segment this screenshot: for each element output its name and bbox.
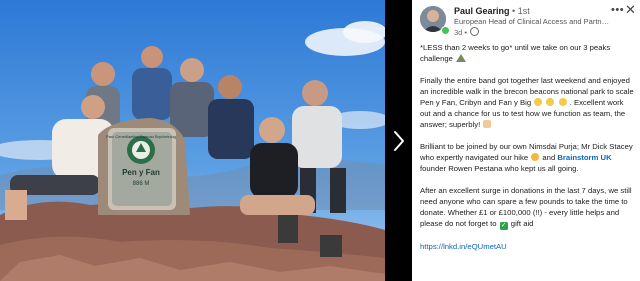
post-meta: 3d • [454, 27, 480, 37]
post-photo: Parc Cenedlaethol Bannau Brycheiniog Pen… [0, 0, 385, 281]
flexed-biceps-emoji-icon [483, 120, 492, 128]
post-time: 3d • [454, 28, 468, 37]
sign-summit-height: 886 M [133, 181, 150, 187]
post-paragraph: https://lnkd.in/eQUmetAU [420, 241, 634, 252]
mention-link[interactable]: Brainstorm UK [557, 153, 611, 162]
post-paragraph: *LESS than 2 weeks to go* until we take … [420, 42, 634, 64]
sign-summit-name: Pen y Fan [122, 168, 160, 177]
close-icon[interactable]: ✕ [625, 2, 636, 18]
mountain-emoji-icon [456, 54, 467, 62]
post-body: *LESS than 2 weeks to go* until we take … [420, 42, 634, 263]
author-name[interactable]: Paul Gearing [454, 6, 510, 16]
more-options-icon[interactable]: ••• [611, 4, 624, 16]
post-text: *LESS than 2 weeks to go* until we take … [420, 43, 611, 63]
post-paragraph: After an excellent surge in donations in… [420, 185, 634, 230]
next-image-button[interactable] [385, 0, 412, 281]
author-headline: European Head of Clinical Access and Par… [454, 17, 612, 26]
chevron-right-icon [393, 130, 405, 152]
connection-degree: • 1st [512, 6, 530, 16]
post-text: gift aid [510, 219, 534, 228]
sun-emoji-icon [558, 98, 567, 106]
summit-cairn [98, 118, 190, 215]
sign-park-name: Parc Cenedlaethol Bannau Brycheiniog [106, 134, 176, 139]
sun-emoji-icon [534, 98, 543, 106]
check-mark-emoji-icon: ✓ [499, 222, 508, 230]
post-header: Paul Gearing • 1st European Head of Clin… [412, 0, 640, 40]
sun-emoji-icon [546, 98, 555, 106]
author-line: Paul Gearing • 1st [454, 6, 530, 16]
post-url-link[interactable]: https://lnkd.in/eQUmetAU [420, 242, 507, 251]
winking-face-emoji-icon [531, 153, 540, 161]
globe-icon [470, 27, 480, 36]
post-detail-panel: Paul Gearing • 1st European Head of Clin… [412, 0, 640, 281]
post-text: and [542, 153, 556, 162]
post-media-viewer: Parc Cenedlaethol Bannau Brycheiniog Pen… [0, 0, 640, 281]
post-text: founder Rowen Pestana who kept us all go… [420, 164, 579, 173]
post-paragraph: Finally the entire band got together las… [420, 75, 634, 130]
online-status-dot [441, 26, 450, 35]
post-paragraph: Brilliant to be joined by our own Nimsda… [420, 141, 634, 174]
